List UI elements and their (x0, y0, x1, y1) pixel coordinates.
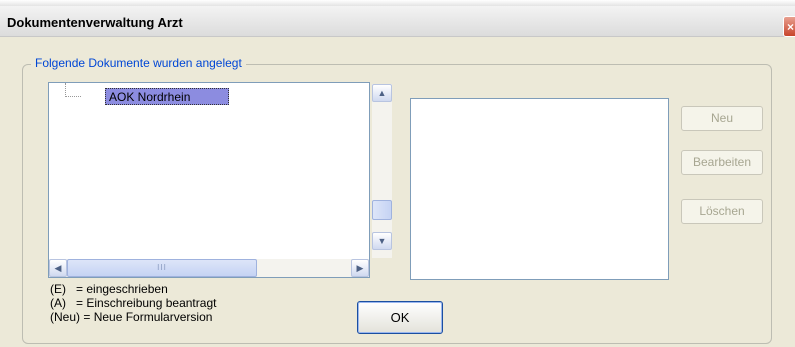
tree-item-aok-nordrhein[interactable]: AOK Nordrhein (105, 88, 229, 105)
legend-code: (A) (50, 296, 66, 310)
legend-code: (E) (50, 282, 66, 296)
scroll-left-arrow-icon[interactable]: ◀ (49, 259, 67, 277)
tree-connector-line (65, 83, 66, 97)
legend-row-neu: (Neu) = Neue Formularversion (50, 310, 216, 324)
window-title: Dokumentenverwaltung Arzt (7, 15, 183, 30)
legend-code: (Neu) (50, 310, 81, 324)
scroll-up-arrow-icon[interactable]: ▲ (372, 84, 392, 102)
tree-connector-line (65, 96, 81, 97)
legend-text: = eingeschrieben (76, 282, 168, 296)
scroll-right-arrow-icon[interactable]: ▶ (351, 259, 369, 277)
close-icon[interactable]: × (783, 16, 795, 37)
scroll-down-arrow-icon[interactable]: ▼ (372, 232, 392, 250)
delete-button[interactable]: Löschen (681, 199, 763, 224)
legend: (E) = eingeschrieben (A) = Einschreibung … (50, 282, 216, 324)
vertical-scroll-thumb[interactable] (372, 200, 392, 220)
title-bar[interactable]: Dokumentenverwaltung Arzt × (0, 6, 795, 37)
legend-text: = Neue Formularversion (83, 310, 213, 324)
legend-row-a: (A) = Einschreibung beantragt (50, 296, 216, 310)
legend-text: = Einschreibung beantragt (76, 296, 217, 310)
legend-row-e: (E) = eingeschrieben (50, 282, 216, 296)
ok-button[interactable]: OK (357, 301, 443, 334)
groupbox-label: Folgende Dokumente wurden angelegt (31, 56, 246, 70)
tree-horizontal-scrollbar[interactable]: ◀ III ▶ (49, 259, 369, 277)
document-details-list[interactable] (410, 98, 669, 280)
horizontal-scroll-thumb[interactable]: III (67, 259, 257, 277)
edit-button[interactable]: Bearbeiten (681, 150, 763, 175)
document-tree[interactable]: AOK Nordrhein (48, 82, 370, 278)
new-button[interactable]: Neu (681, 106, 763, 131)
tree-vertical-scrollbar[interactable]: ▲ ▼ (372, 84, 392, 258)
